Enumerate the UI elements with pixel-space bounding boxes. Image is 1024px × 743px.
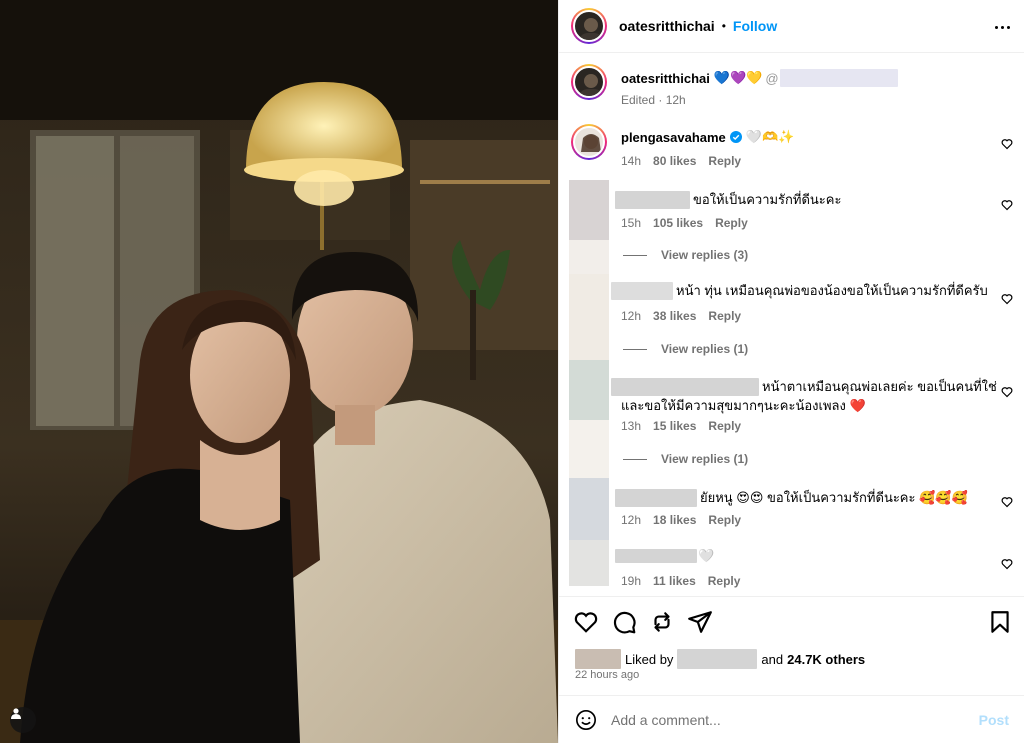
redacted-username[interactable]	[615, 488, 697, 507]
comment-text: 🤍	[698, 548, 715, 563]
follow-button[interactable]: Follow	[733, 18, 777, 34]
comment-item: ขอให้เป็นความรักที่ดีนะคะ 15h 105 likes …	[559, 180, 1024, 274]
reply-button[interactable]: Reply	[708, 574, 741, 588]
caption-username[interactable]: oatesritthichai	[621, 71, 710, 86]
like-comment-heart-icon[interactable]	[1001, 138, 1013, 150]
commenter-avatar-redacted	[569, 420, 609, 478]
post-header: oatesritthichai • Follow	[559, 0, 1024, 53]
caption-edited: Edited · 12h	[621, 93, 686, 107]
comment-input[interactable]: Add a comment...	[611, 712, 1024, 728]
author-username[interactable]: oatesritthichai	[619, 18, 715, 34]
commenter-avatar[interactable]	[569, 360, 609, 420]
commenter-avatar[interactable]	[569, 274, 609, 360]
commenter-avatar[interactable]	[569, 180, 609, 240]
bookmark-icon[interactable]	[987, 609, 1013, 635]
emoji-icon[interactable]	[575, 709, 597, 731]
comment-text: หน้า ทุ่น เหมือนคุณพ่อของน้องขอให้เป็นคว…	[676, 283, 988, 298]
tag-user-icon[interactable]	[10, 707, 36, 733]
comment-time: 12h	[621, 309, 642, 323]
comment-time: 15h	[621, 216, 642, 230]
redacted-username[interactable]	[615, 549, 697, 563]
post-sidebar: oatesritthichai • Follow oatesritthichai…	[558, 0, 1024, 743]
likes-count[interactable]: 24.7K others	[787, 652, 865, 667]
commenter-avatar[interactable]	[569, 478, 609, 540]
author-avatar[interactable]	[571, 8, 607, 44]
separator-dot: •	[721, 19, 726, 33]
redacted-mention	[779, 69, 898, 87]
comment-time: 12h	[621, 513, 642, 527]
reply-button[interactable]: Reply	[708, 513, 741, 527]
commenter-avatar[interactable]	[571, 124, 607, 160]
like-comment-heart-icon[interactable]	[1001, 199, 1013, 211]
comment-item: plengasavahame 🤍🫶✨ 14h 80 likes Reply	[559, 124, 1024, 174]
comment-time: 19h	[621, 574, 642, 588]
view-replies-button[interactable]: View replies (3)	[623, 248, 748, 262]
like-comment-heart-icon[interactable]	[1001, 496, 1013, 508]
redacted-username[interactable]	[611, 377, 759, 396]
view-replies-label: View replies (3)	[661, 248, 749, 262]
comment-text: ขอให้เป็นความรักที่ดีนะคะ	[693, 192, 842, 207]
comment-text: 🤍🫶✨	[745, 129, 795, 144]
redacted-liker[interactable]	[677, 649, 758, 669]
verified-icon	[729, 131, 742, 143]
comment-text-line2: และขอให้มีความสุขมากๆนะคะน้องเพลง ❤️	[621, 398, 866, 413]
liked-by-avatar[interactable]	[575, 649, 621, 669]
commenter-username[interactable]: plengasavahame	[621, 130, 726, 145]
view-replies-button[interactable]: View replies (1)	[623, 342, 748, 356]
comment-item: ยัยหนู 😍😍 ขอให้เป็นความรักที่ดีนะคะ 🥰🥰🥰 …	[559, 478, 1024, 540]
comment-likes[interactable]: 80 likes	[653, 154, 696, 168]
liked-by-label: Liked by	[625, 651, 674, 667]
comment-likes[interactable]: 18 likes	[653, 513, 696, 527]
comment-icon[interactable]	[611, 609, 637, 635]
caption-mention-prefix: @	[765, 70, 779, 86]
post-time: 22 hours ago	[575, 669, 640, 681]
like-comment-heart-icon[interactable]	[1001, 293, 1013, 305]
liked-by: Liked by and 24.7K others	[575, 649, 865, 669]
comment-item: หน้าตาเหมือนคุณพ่อเลยค่ะ ขอเป็นคนที่ใช่ …	[559, 360, 1024, 478]
reply-button[interactable]: Reply	[708, 419, 741, 433]
commenter-avatar-redacted	[569, 240, 609, 274]
comment-likes[interactable]: 15 likes	[653, 419, 696, 433]
reply-button[interactable]: Reply	[708, 309, 741, 323]
comment-likes[interactable]: 38 likes	[653, 309, 696, 323]
post-photo-image	[0, 0, 558, 743]
heart-icon[interactable]	[573, 609, 599, 635]
add-comment-bar: Add a comment... Post	[559, 695, 1024, 743]
commenter-avatar[interactable]	[569, 540, 609, 586]
reply-button[interactable]: Reply	[708, 154, 741, 168]
view-replies-label: View replies (1)	[661, 342, 749, 356]
comment-text-line1: หน้าตาเหมือนคุณพ่อเลยค่ะ ขอเป็นคนที่ใช่	[762, 379, 997, 394]
comment-text: ยัยหนู 😍😍 ขอให้เป็นความรักที่ดีนะคะ 🥰🥰🥰	[700, 490, 968, 505]
comment-time: 13h	[621, 419, 642, 433]
liked-and-label: and	[761, 651, 784, 667]
comment-item: 🤍 19h 11 likes Reply	[559, 540, 1024, 590]
redacted-username[interactable]	[615, 190, 690, 209]
post-actions: Liked by and 24.7K others 22 hours ago	[559, 596, 1024, 696]
share-icon[interactable]	[649, 609, 675, 635]
more-icon[interactable]	[995, 18, 1013, 36]
view-replies-label: View replies (1)	[661, 452, 749, 466]
post-photo[interactable]	[0, 0, 558, 743]
comment-likes[interactable]: 11 likes	[653, 574, 696, 588]
caption-text: 💙💜💛	[713, 70, 763, 85]
view-replies-button[interactable]: View replies (1)	[623, 452, 748, 466]
comment-item: หน้า ทุ่น เหมือนคุณพ่อของน้องขอให้เป็นคว…	[559, 274, 1024, 360]
post-comment-button[interactable]: Post	[979, 712, 1009, 728]
like-comment-heart-icon[interactable]	[1001, 386, 1013, 398]
comment-likes[interactable]: 105 likes	[653, 216, 703, 230]
redacted-username[interactable]	[611, 281, 673, 300]
reply-button[interactable]: Reply	[715, 216, 748, 230]
send-icon[interactable]	[687, 609, 713, 635]
comment-time: 14h	[621, 154, 642, 168]
post-caption: oatesritthichai 💙💜💛 @ Edited · 12h	[559, 64, 1024, 114]
like-comment-heart-icon[interactable]	[1001, 558, 1013, 570]
caption-avatar[interactable]	[571, 64, 607, 100]
